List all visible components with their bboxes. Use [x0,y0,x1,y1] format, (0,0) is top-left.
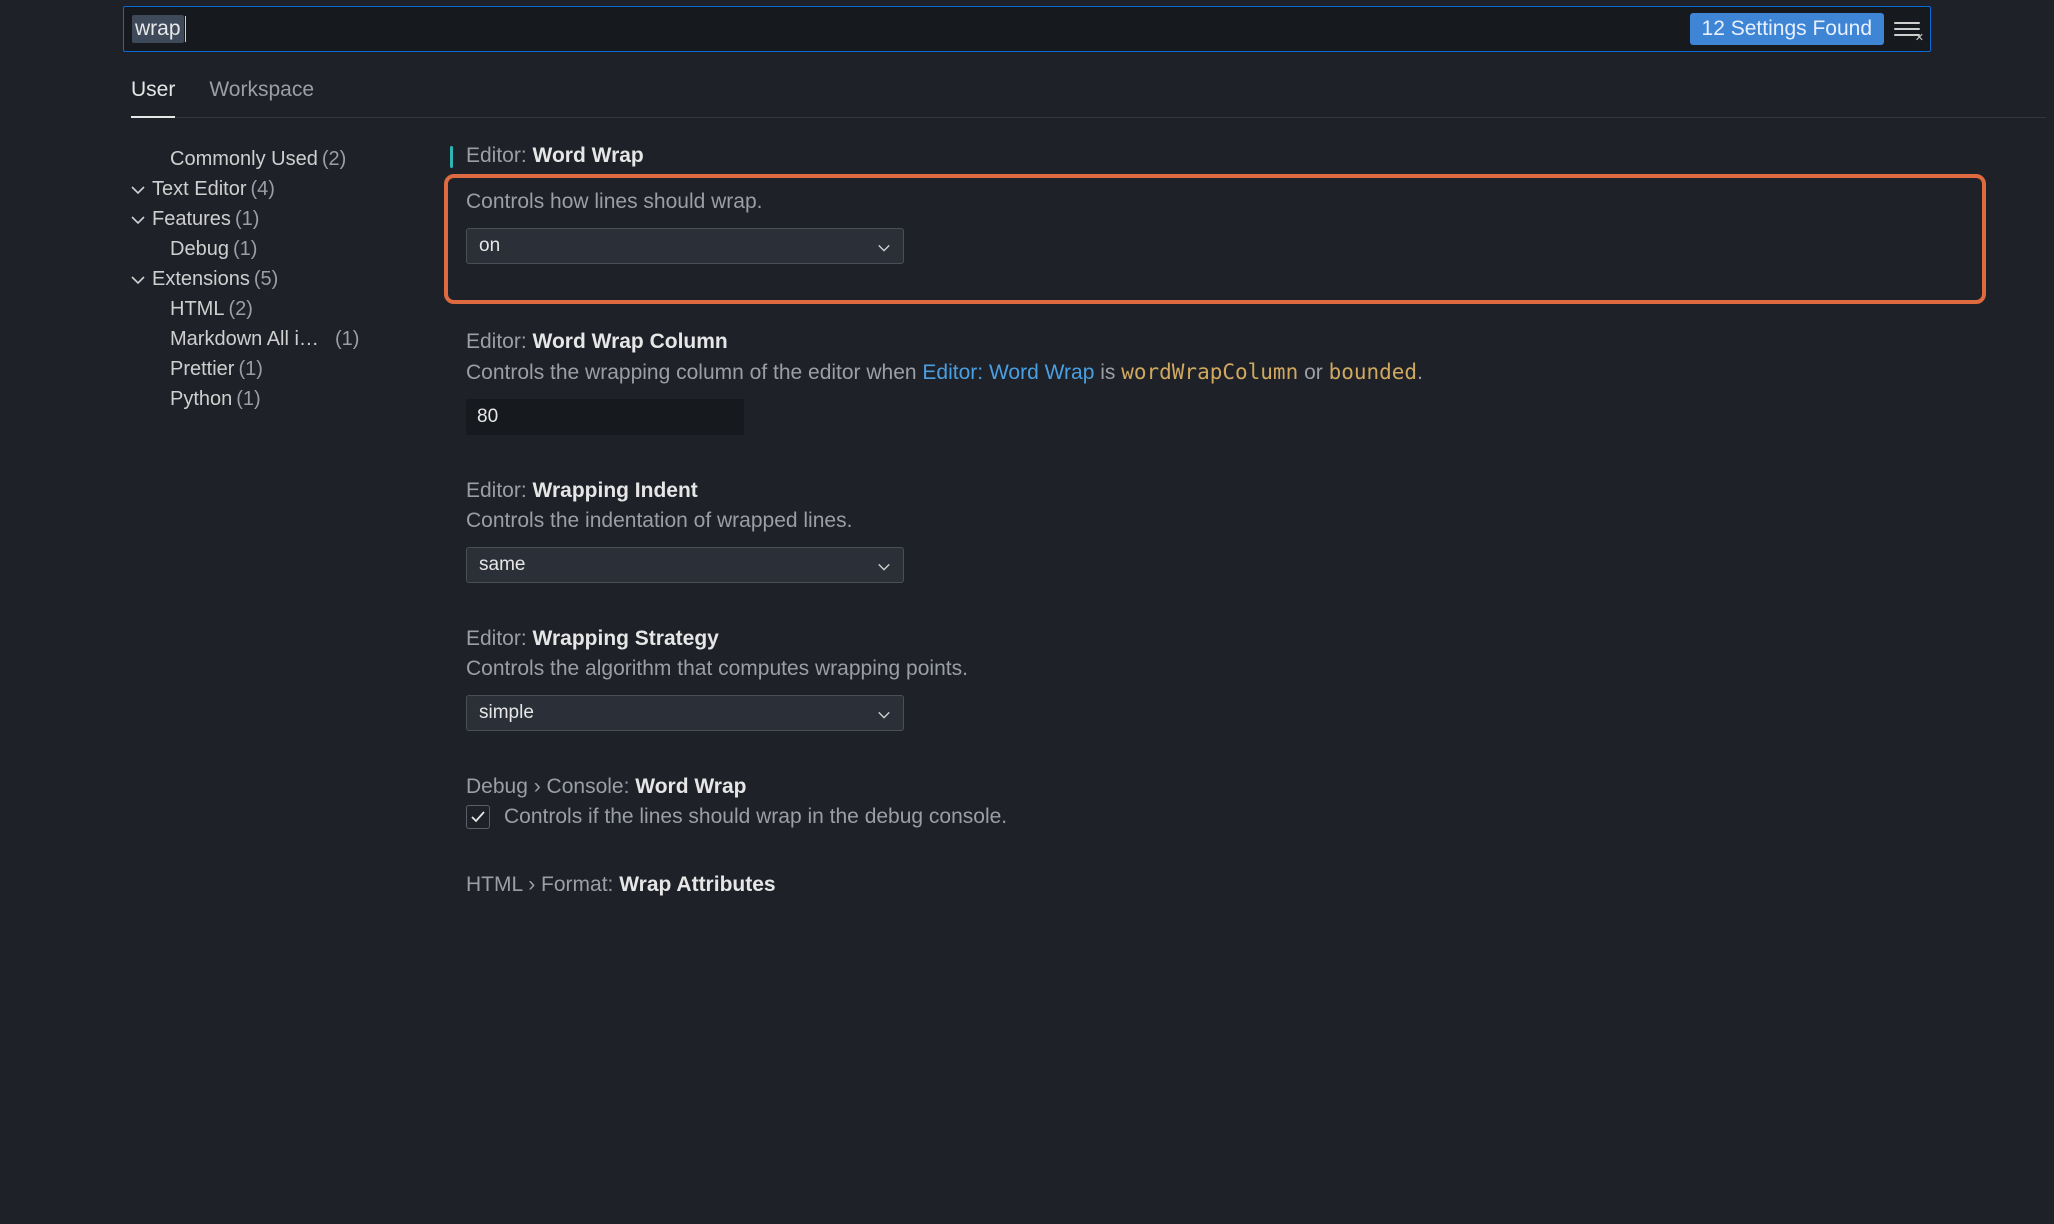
settings-scope-tabs: User Workspace [131,78,2046,118]
tree-item-commonly-used[interactable]: Commonly Used (2) [108,144,428,174]
tree-item-extensions[interactable]: Extensions (5) [108,264,428,294]
settings-tree: Commonly Used (2) Text Editor (4) Featur… [108,144,428,903]
debug-console-wrap-checkbox[interactable] [466,805,490,829]
chevron-down-icon [877,706,891,720]
setting-description: Controls the algorithm that computes wra… [466,657,1986,681]
chevron-down-icon [130,271,146,287]
text-cursor [185,16,186,42]
setting-heading: Editor: Wrapping Strategy [466,627,1986,651]
setting-editor-word-wrap-column: Editor: Word Wrap Column Controls the wr… [466,330,1986,435]
tree-item-text-editor[interactable]: Text Editor (4) [108,174,428,204]
setting-editor-wrapping-indent: Editor: Wrapping Indent Controls the ind… [466,479,1986,583]
tree-item-features[interactable]: Features (1) [108,204,428,234]
chevron-down-icon [130,181,146,197]
settings-list: Editor: Word Wrap Controls how lines sho… [428,144,2046,903]
setting-heading: Debug › Console: Word Wrap [466,775,1986,799]
setting-description: Controls the wrapping column of the edit… [466,360,1986,385]
chevron-down-icon [877,239,891,253]
tab-workspace[interactable]: Workspace [209,78,314,117]
check-icon [470,809,486,825]
setting-link[interactable]: Editor: Word Wrap [922,361,1094,384]
chevron-down-icon [877,558,891,572]
modified-indicator [450,146,453,168]
results-count-badge: 12 Settings Found [1690,13,1884,45]
wrapping-strategy-select[interactable]: simple [466,695,904,731]
setting-html-format-wrap-attributes: HTML › Format: Wrap Attributes [466,873,1986,897]
tree-item-python[interactable]: Python (1) [108,384,428,414]
setting-editor-word-wrap: Editor: Word Wrap Controls how lines sho… [466,144,1986,304]
search-input-wrapper[interactable]: wrap [132,15,1680,43]
filter-icon[interactable]: ✕ [1894,18,1920,40]
setting-editor-wrapping-strategy: Editor: Wrapping Strategy Controls the a… [466,627,1986,731]
highlight-frame: Controls how lines should wrap. on [444,174,1986,304]
search-query-text: wrap [132,15,184,43]
word-wrap-select[interactable]: on [466,228,904,264]
tree-item-prettier[interactable]: Prettier (1) [108,354,428,384]
settings-search-bar: wrap 12 Settings Found ✕ [123,6,1931,52]
setting-description: Controls how lines should wrap. [466,190,1964,214]
chevron-down-icon [130,211,146,227]
select-value: same [479,554,525,576]
select-value: simple [479,702,534,724]
setting-heading: Editor: Wrapping Indent [466,479,1986,503]
setting-heading: Editor: Word Wrap [466,144,1986,168]
tab-user[interactable]: User [131,78,175,118]
setting-heading: Editor: Word Wrap Column [466,330,1986,354]
select-value: on [479,235,500,257]
word-wrap-column-input[interactable] [466,399,744,435]
setting-heading: HTML › Format: Wrap Attributes [466,873,1986,897]
tree-item-html[interactable]: HTML (2) [108,294,428,324]
tree-item-markdown-all-in-one[interactable]: Markdown All i… (1) [108,324,428,354]
setting-debug-console-word-wrap: Debug › Console: Word Wrap Controls if t… [466,775,1986,829]
tree-item-debug[interactable]: Debug (1) [108,234,428,264]
setting-description: Controls the indentation of wrapped line… [466,509,1986,533]
setting-description: Controls if the lines should wrap in the… [504,805,1007,829]
wrapping-indent-select[interactable]: same [466,547,904,583]
